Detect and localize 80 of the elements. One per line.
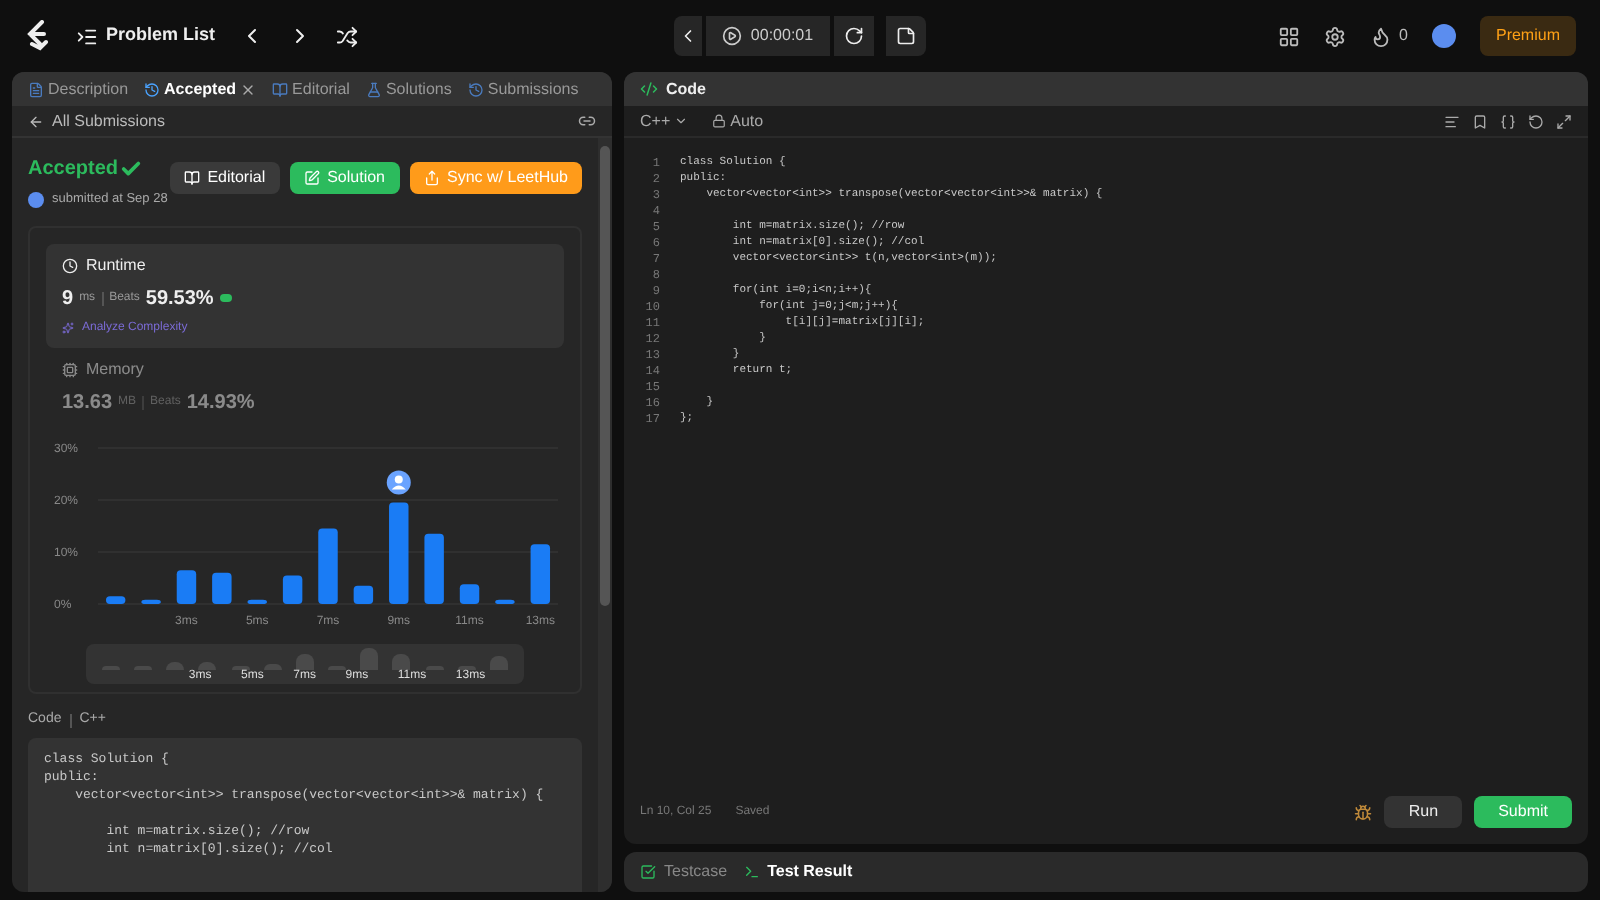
panel-tab[interactable]: Description <box>28 77 129 101</box>
streak-count: 0 <box>1399 24 1408 48</box>
beats-value: 59.53% <box>145 285 214 314</box>
brush-bar <box>360 647 379 670</box>
panel-tab[interactable]: Accepted <box>144 77 257 101</box>
all-submissions-link[interactable]: All Submissions <box>28 109 165 133</box>
chart-bar <box>389 502 409 604</box>
accepted-status: Accepted <box>28 156 119 184</box>
bookmark-icon[interactable] <box>1472 113 1488 129</box>
panel-title: Code <box>666 77 706 101</box>
list-icon <box>76 25 98 47</box>
braces-icon[interactable] <box>1500 113 1516 129</box>
book-icon <box>183 170 200 186</box>
reset-button[interactable] <box>833 16 874 56</box>
chart-bar <box>459 583 480 604</box>
metric-value: 9 <box>62 285 74 314</box>
expand-icon[interactable] <box>1556 113 1572 129</box>
chart-bar <box>247 599 267 604</box>
document-icon <box>28 81 44 97</box>
book-icon <box>272 81 289 97</box>
user-avatar-icon <box>386 470 411 495</box>
language-dropdown[interactable]: C++ <box>640 109 689 133</box>
checkbox-icon <box>640 864 656 880</box>
chart-bar <box>105 595 126 604</box>
clock-icon <box>62 257 78 274</box>
flask-icon <box>365 81 382 97</box>
grid-icon[interactable] <box>1277 25 1300 47</box>
timer-button[interactable]: 00:00:01 <box>706 16 830 56</box>
history-icon <box>144 81 161 97</box>
code-icon <box>640 80 658 98</box>
auto-mode-toggle[interactable]: Auto <box>712 109 764 133</box>
metric-title: Memory <box>86 357 144 382</box>
edit-icon <box>303 170 320 186</box>
chart-bar <box>530 543 551 604</box>
lock-icon <box>712 114 727 128</box>
arrow-left-icon <box>28 113 44 129</box>
format-icon[interactable] <box>1444 113 1460 129</box>
shuffle-icon[interactable] <box>335 25 358 47</box>
link-icon[interactable] <box>578 112 596 130</box>
chart-bar <box>176 569 197 604</box>
metric-title: Runtime <box>86 253 146 278</box>
close-icon[interactable] <box>240 81 257 97</box>
refresh-icon <box>843 26 864 46</box>
check-icon <box>120 158 143 180</box>
scrollbar[interactable] <box>598 138 612 892</box>
chart-bar <box>353 585 374 604</box>
bug-icon[interactable] <box>1354 803 1373 821</box>
chart-bar <box>282 574 303 604</box>
chart-bar <box>495 599 515 604</box>
play-icon <box>722 26 743 46</box>
logo-icon[interactable] <box>24 20 52 52</box>
panel-tab[interactable]: Editorial <box>272 77 350 101</box>
sparkle-icon <box>62 322 74 335</box>
flame-icon[interactable] <box>1369 25 1392 47</box>
avatar <box>28 191 44 208</box>
reset-icon[interactable] <box>1528 113 1544 129</box>
beats-value: 14.93% <box>186 389 255 418</box>
chart-bar <box>141 599 161 604</box>
note-icon <box>895 26 916 46</box>
history-icon <box>467 81 484 97</box>
problem-list-button[interactable]: Problem List <box>76 22 216 50</box>
chart-bar <box>212 572 232 604</box>
settings-icon[interactable] <box>1323 25 1346 47</box>
chip-icon <box>62 361 78 378</box>
run-button[interactable]: Run <box>1384 796 1463 828</box>
panel-tab[interactable]: Submissions <box>467 77 579 101</box>
panel-tab[interactable]: Solutions <box>365 77 452 101</box>
chart-bar <box>318 528 338 604</box>
avatar[interactable] <box>1431 24 1456 48</box>
metric-value: 13.63 <box>62 389 113 418</box>
share-icon <box>423 170 440 186</box>
chart-bar <box>424 533 444 604</box>
chevron-down-icon <box>674 114 689 128</box>
terminal-icon <box>743 864 760 880</box>
note-button[interactable] <box>885 16 926 56</box>
panel-tab[interactable]: Test Result <box>743 860 853 884</box>
panel-tab[interactable]: Testcase <box>640 860 728 884</box>
badge-icon <box>219 294 232 303</box>
premium-button[interactable]: Premium <box>1479 16 1576 56</box>
action-button[interactable]: Editorial <box>169 162 280 194</box>
